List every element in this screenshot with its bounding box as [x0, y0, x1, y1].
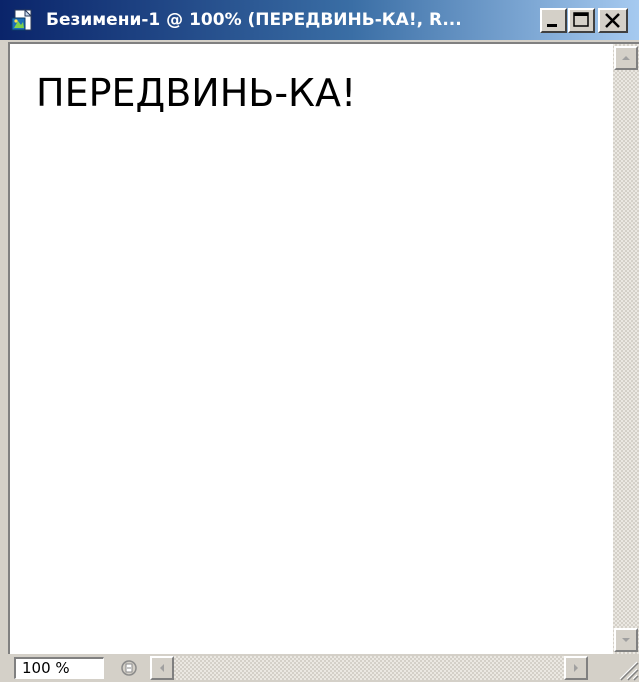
window-title: Безимени-1 @ 100% (ПЕРЕДВИНЬ-КА!, R... — [46, 10, 462, 30]
document-window: Безимени-1 @ 100% (ПЕРЕДВИНЬ-КА!, R... П… — [0, 0, 639, 682]
resize-grip-icon[interactable] — [614, 656, 639, 682]
maximize-button[interactable] — [568, 8, 595, 33]
canvas-text-object[interactable]: ПЕРЕДВИНЬ-КА! — [36, 70, 356, 116]
arrow-left-icon — [160, 664, 164, 672]
zoom-level-field[interactable]: 100 % — [14, 657, 104, 679]
vertical-scrollbar[interactable] — [613, 44, 639, 654]
document-canvas[interactable]: ПЕРЕДВИНЬ-КА! — [10, 44, 613, 654]
scroll-right-button[interactable] — [564, 656, 588, 680]
minimize-icon — [547, 24, 557, 27]
arrow-up-icon — [622, 56, 630, 60]
page-navigation-icon[interactable] — [118, 658, 140, 678]
close-button[interactable] — [598, 8, 628, 33]
arrow-down-icon — [622, 638, 630, 642]
minimize-button[interactable] — [540, 8, 567, 33]
arrow-right-icon — [574, 664, 578, 672]
scroll-up-button[interactable] — [614, 46, 638, 70]
maximize-icon — [573, 12, 589, 27]
scroll-left-button[interactable] — [150, 656, 174, 680]
scroll-down-button[interactable] — [614, 628, 638, 652]
app-document-icon[interactable] — [10, 7, 36, 33]
close-icon — [605, 13, 620, 28]
horizontal-scroll-track[interactable] — [174, 656, 564, 680]
title-bar[interactable]: Безимени-1 @ 100% (ПЕРЕДВИНЬ-КА!, R... — [0, 0, 639, 40]
status-bar: 100 % — [8, 654, 639, 682]
